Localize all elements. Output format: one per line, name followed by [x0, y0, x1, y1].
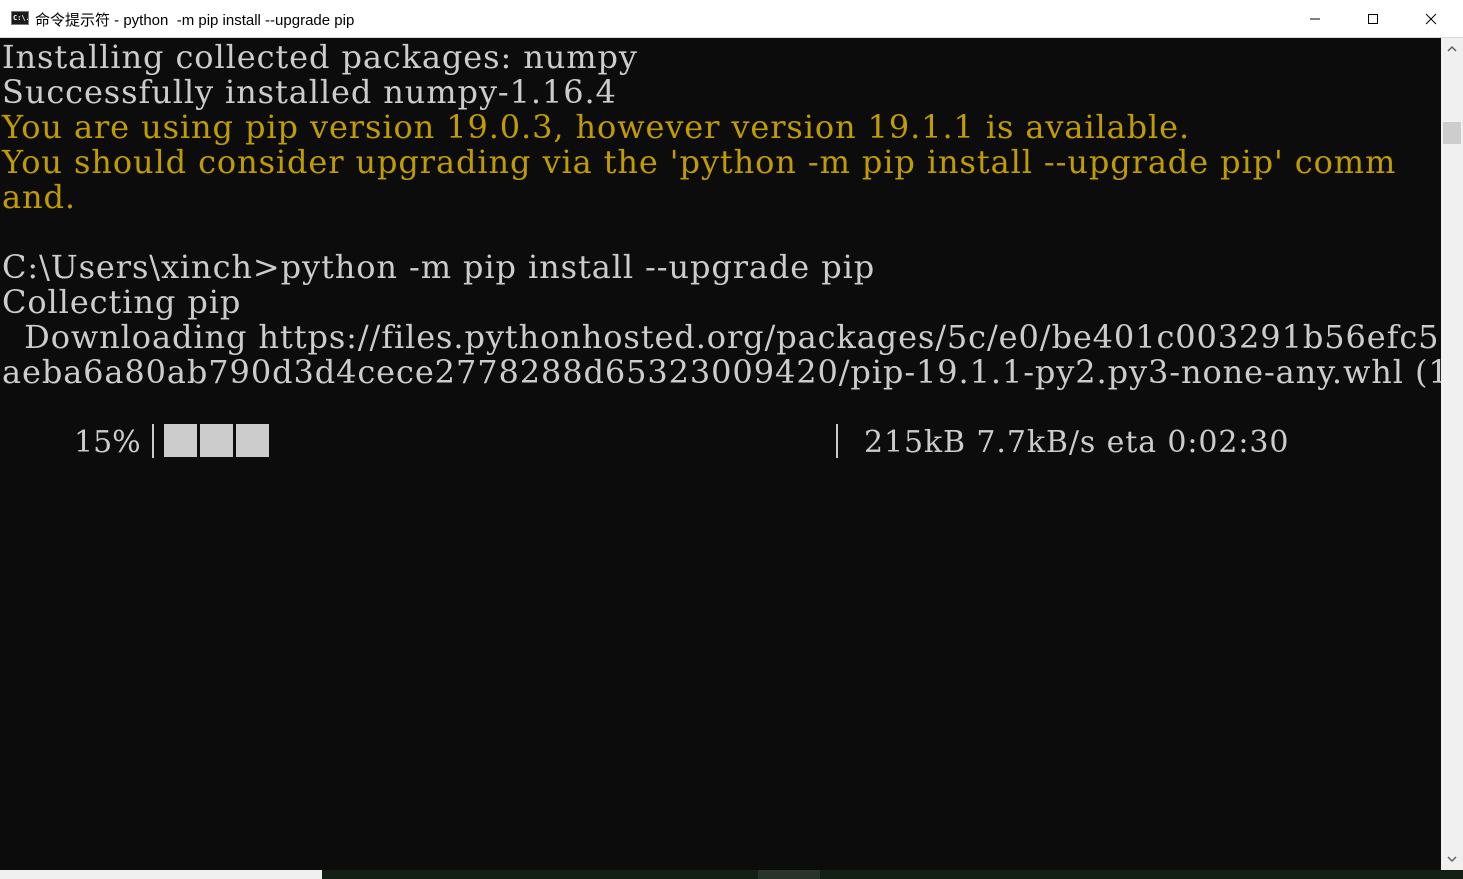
horizontal-scrollbar[interactable] [0, 870, 1463, 879]
scroll-up-button[interactable] [1441, 38, 1463, 60]
progress-bar-fill [164, 424, 269, 457]
console-line: Installing collected packages: numpy [2, 38, 638, 76]
console-warning-line: You are using pip version 19.0.3, howeve… [2, 108, 1191, 146]
progress-block [164, 424, 197, 457]
horizontal-scroll-thumb[interactable] [758, 870, 820, 879]
console-line: aeba6a80ab790d3d4cece2778288d65323009420… [2, 353, 1441, 391]
close-button[interactable] [1402, 0, 1460, 38]
progress-bar-right-border [836, 424, 838, 458]
console-warning-line: and. [2, 178, 76, 216]
console-command-line: C:\Users\xinch>python -m pip install --u… [2, 248, 876, 286]
close-icon [1425, 13, 1437, 25]
horizontal-scroll-track [322, 870, 1463, 879]
scroll-down-button[interactable] [1441, 848, 1463, 870]
progress-percent: 15% [74, 425, 141, 460]
console-output[interactable]: Installing collected packages: numpy Suc… [0, 38, 1441, 870]
minimize-button[interactable] [1286, 0, 1344, 38]
title-bar: C:\. 命令提示符 - python -m pip install --upg… [0, 0, 1463, 38]
maximize-button[interactable] [1344, 0, 1402, 38]
minimize-icon [1310, 18, 1320, 20]
console-line: Collecting pip [2, 283, 242, 321]
console-warning-line: You should consider upgrading via the 'p… [2, 143, 1397, 181]
progress-block [200, 424, 233, 457]
vertical-scrollbar[interactable] [1441, 38, 1463, 870]
cmd-app-icon[interactable]: C:\. [11, 11, 29, 25]
chevron-down-icon [1447, 856, 1457, 863]
scrollbar-thumb[interactable] [1443, 122, 1461, 144]
progress-bar-left-border [152, 424, 154, 458]
chevron-up-icon [1447, 45, 1457, 52]
console-line: Successfully installed numpy-1.16.4 [2, 73, 617, 111]
progress-block [236, 424, 269, 457]
console-line: Downloading https://files.pythonhosted.o… [2, 318, 1441, 356]
maximize-icon [1368, 14, 1378, 24]
window-title: 命令提示符 - python -m pip install --upgrade … [35, 12, 355, 29]
progress-stats: 215kB 7.7kB/s eta 0:02:30 [864, 425, 1290, 460]
